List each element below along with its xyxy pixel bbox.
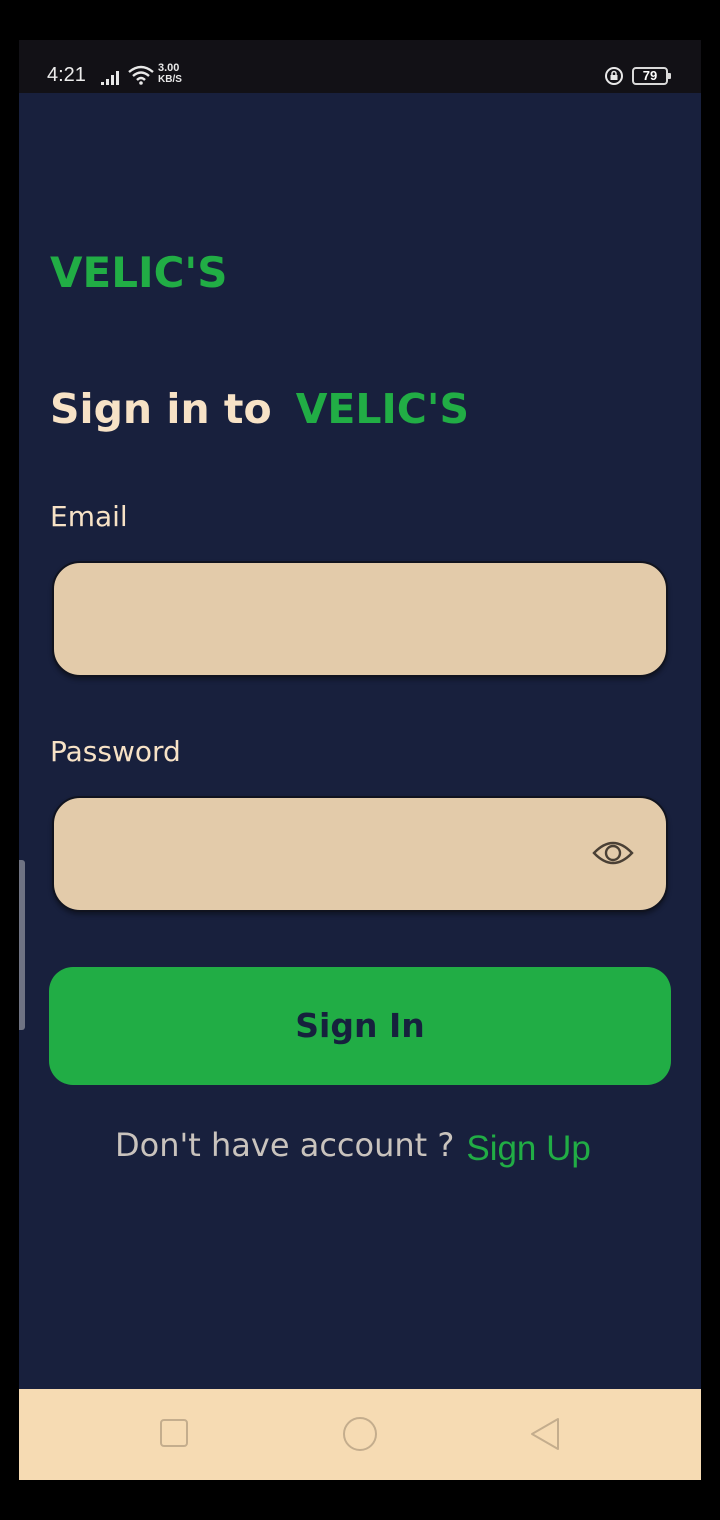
password-field-container (52, 796, 668, 912)
title-brand: VELIC'S (295, 385, 469, 433)
signup-prompt: Don't have account ? (115, 1126, 455, 1164)
status-bar: 4:21 3.00 KB/S 79 (19, 40, 701, 93)
wifi-icon (127, 65, 155, 89)
signal-icon (101, 70, 121, 89)
status-time: 4:21 (47, 64, 86, 86)
rotation-lock-icon (604, 66, 624, 90)
sign-up-link[interactable]: Sign Up (466, 1129, 591, 1168)
email-field[interactable] (54, 563, 666, 675)
email-label: Email (50, 500, 128, 533)
scroll-indicator (19, 860, 25, 1030)
login-screen: 4:21 3.00 KB/S 79 VELIC'S Sign in to VEL… (19, 40, 701, 1480)
page-title: Sign in to VELIC'S (50, 385, 469, 433)
email-field-container (52, 561, 668, 677)
back-icon[interactable] (528, 1417, 562, 1455)
password-label: Password (50, 735, 181, 768)
navigation-bar (19, 1389, 701, 1480)
title-prefix: Sign in to (50, 385, 272, 433)
sign-in-button[interactable]: Sign In (49, 967, 671, 1085)
brand-logo: VELIC'S (50, 248, 228, 297)
eye-icon[interactable] (592, 836, 634, 874)
net-speed-value: 3.00 (158, 62, 180, 74)
password-field[interactable] (54, 798, 666, 910)
home-icon[interactable] (341, 1417, 379, 1455)
recent-apps-icon[interactable] (159, 1417, 189, 1453)
net-speed-unit: KB/S (158, 74, 182, 85)
signup-row: Don't have account ? Sign Up (115, 1125, 591, 1168)
battery-icon: 79 (632, 67, 671, 85)
